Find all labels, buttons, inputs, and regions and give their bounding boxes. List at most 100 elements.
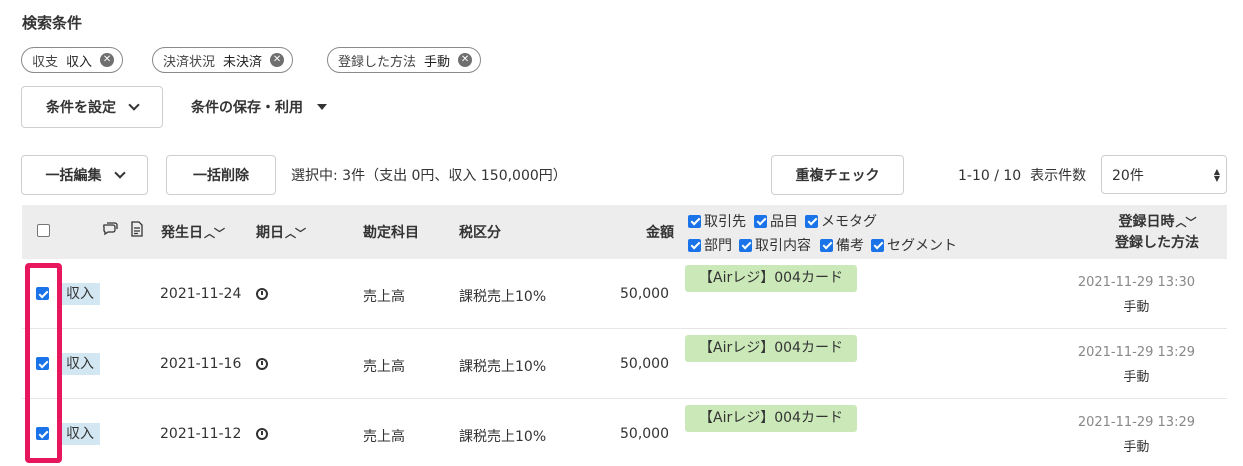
- column-option-remarks[interactable]: 備考: [820, 235, 864, 255]
- column-option-memo-tag[interactable]: メモタグ: [805, 211, 877, 231]
- registered-method: 手動: [1123, 300, 1150, 315]
- comment-icon: [102, 221, 118, 241]
- clock-icon: [256, 428, 268, 440]
- row-registered: 2021-11-29 13:30 手動: [1078, 275, 1195, 315]
- row-account: 売上高: [363, 429, 405, 445]
- row-tax: 課税売上10%: [459, 429, 547, 445]
- bulk-edit-button[interactable]: 一括編集: [21, 155, 148, 195]
- chip-value: 手動: [424, 54, 451, 70]
- select-all-checkbox[interactable]: [37, 224, 50, 237]
- save-use-conditions-button[interactable]: 条件の保存・利用: [191, 97, 327, 117]
- column-checkbox[interactable]: [739, 238, 752, 252]
- filter-chip-income-expense[interactable]: 収支 収入 ✕: [21, 47, 124, 73]
- date-header-label: 発生日: [161, 225, 203, 241]
- bulk-edit-label: 一括編集: [45, 168, 102, 184]
- column-option-department[interactable]: 部門: [688, 235, 732, 255]
- table-header: 発生日︿﹀ 期日︿﹀ 勘定科目 税区分 金額 取引先 品目 メモタグ 部門 取引…: [22, 205, 1227, 259]
- chip-value: 収入: [66, 54, 93, 70]
- row-amount: 50,000: [620, 356, 669, 372]
- column-option-partner[interactable]: 取引先: [688, 211, 746, 231]
- row-date: 2021-11-16: [160, 356, 242, 372]
- duplicate-check-label: 重複チェック: [795, 168, 880, 184]
- table-row[interactable]: 収入 2021-11-12 売上高 課税売上10% 50,000 【Airレジ】…: [22, 399, 1227, 466]
- sort-by-registered-header[interactable]: 登録日時︿﹀ 登録した方法: [1115, 212, 1199, 253]
- due-header-label: 期日: [256, 225, 284, 241]
- registered-header-line2: 登録した方法: [1115, 235, 1199, 251]
- selection-highlight-box: [25, 263, 62, 463]
- column-checkbox[interactable]: [754, 214, 767, 228]
- row-registered: 2021-11-29 13:29 手動: [1078, 345, 1195, 385]
- registered-datetime: 2021-11-29 13:29: [1077, 345, 1195, 360]
- row-date: 2021-11-24: [160, 286, 242, 302]
- clock-icon: [256, 288, 268, 300]
- per-page-select[interactable]: 20件 ▲ ▼: [1101, 155, 1227, 194]
- amount-header: 金額: [646, 225, 674, 241]
- tax-header: 税区分: [459, 225, 501, 241]
- partner-tag[interactable]: 【Airレジ】004カード: [685, 335, 857, 362]
- sort-arrows-icon: ︿﹀: [285, 227, 306, 240]
- filter-chip-payment-status[interactable]: 決済状況 未決済 ✕: [152, 47, 294, 73]
- registered-method: 手動: [1123, 370, 1150, 385]
- kind-tag: 収入: [62, 423, 100, 445]
- chip-value: 未決済: [223, 54, 263, 70]
- account-header: 勘定科目: [363, 225, 419, 241]
- column-checkbox[interactable]: [805, 214, 818, 228]
- duplicate-check-button[interactable]: 重複チェック: [771, 155, 904, 195]
- column-checkbox[interactable]: [871, 238, 884, 252]
- row-registered: 2021-11-29 13:29 手動: [1078, 415, 1195, 455]
- column-option-label: 品目: [770, 214, 798, 230]
- partner-tag[interactable]: 【Airレジ】004カード: [685, 265, 857, 292]
- column-option-label: 取引先: [704, 214, 746, 230]
- bulk-delete-button[interactable]: 一括削除: [166, 155, 276, 195]
- table-row[interactable]: 収入 2021-11-16 売上高 課税売上10% 50,000 【Airレジ】…: [22, 329, 1227, 399]
- selection-summary: 選択中: 3件（支出 0円、収入 150,000円）: [291, 168, 567, 184]
- sort-by-due-header[interactable]: 期日︿﹀: [256, 222, 306, 242]
- row-amount: 50,000: [620, 286, 669, 302]
- column-option-item[interactable]: 品目: [754, 211, 798, 231]
- kind-tag: 収入: [62, 283, 100, 305]
- set-conditions-button[interactable]: 条件を設定: [21, 86, 163, 128]
- row-account: 売上高: [363, 289, 405, 305]
- chip-label: 決済状況: [163, 54, 216, 70]
- chip-label: 収支: [32, 54, 59, 70]
- row-account: 売上高: [363, 359, 405, 375]
- column-option-segment[interactable]: セグメント: [871, 235, 957, 255]
- table-row[interactable]: 収入 2021-11-24 売上高 課税売上10% 50,000 【Airレジ】…: [22, 259, 1227, 329]
- chevron-down-icon: [113, 167, 126, 179]
- column-option-label: 部門: [704, 238, 732, 254]
- document-icon: [130, 221, 144, 241]
- bulk-delete-label: 一括削除: [193, 168, 249, 184]
- column-option-label: 取引内容: [755, 238, 811, 254]
- column-checkbox[interactable]: [820, 238, 833, 252]
- chevron-down-icon: [128, 99, 140, 111]
- column-option-label: セグメント: [887, 238, 957, 254]
- column-option-label: メモタグ: [821, 214, 877, 230]
- sort-arrows-icon: ︿﹀: [1175, 216, 1197, 229]
- per-page-value: 20件: [1112, 167, 1144, 184]
- registered-header-line1: 登録日時: [1118, 214, 1175, 230]
- filter-chip-registration-method[interactable]: 登録した方法 手動 ✕: [327, 47, 482, 73]
- column-option-label: 備考: [836, 238, 864, 254]
- row-tax: 課税売上10%: [459, 289, 547, 305]
- column-checkbox[interactable]: [688, 214, 701, 228]
- registered-method: 手動: [1123, 440, 1150, 455]
- close-circle-icon[interactable]: ✕: [270, 53, 285, 67]
- select-arrows-icon: ▲ ▼: [1213, 167, 1220, 183]
- chip-label: 登録した方法: [338, 54, 417, 70]
- set-conditions-label: 条件を設定: [46, 100, 116, 116]
- close-circle-icon[interactable]: ✕: [458, 53, 473, 67]
- row-amount: 50,000: [620, 426, 669, 442]
- row-tax: 課税売上10%: [459, 359, 547, 375]
- registered-datetime: 2021-11-29 13:29: [1077, 415, 1195, 430]
- kind-tag: 収入: [62, 353, 100, 375]
- registered-datetime: 2021-11-29 13:30: [1077, 275, 1195, 290]
- row-date: 2021-11-12: [160, 426, 242, 442]
- caret-down-icon: [317, 104, 327, 110]
- column-option-description[interactable]: 取引内容: [739, 235, 811, 255]
- partner-tag[interactable]: 【Airレジ】004カード: [685, 405, 857, 432]
- sort-arrows-icon: ︿﹀: [204, 227, 225, 240]
- close-circle-icon[interactable]: ✕: [100, 53, 115, 67]
- column-checkbox[interactable]: [688, 238, 701, 252]
- sort-by-date-header[interactable]: 発生日︿﹀: [161, 222, 225, 242]
- save-use-label: 条件の保存・利用: [191, 100, 303, 116]
